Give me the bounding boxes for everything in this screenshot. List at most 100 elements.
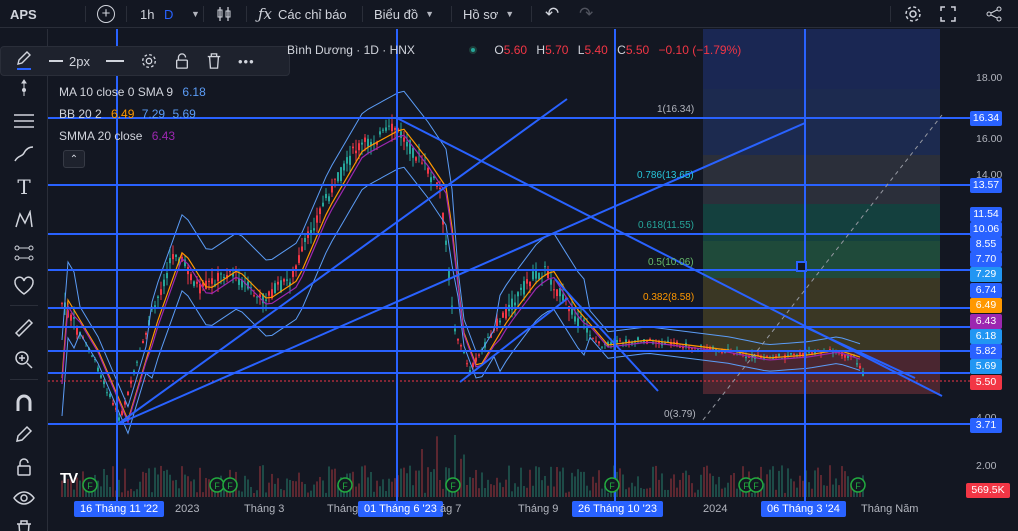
- candle-body: [502, 312, 504, 318]
- candles-icon: [217, 7, 231, 21]
- volume-bar: [292, 480, 294, 497]
- candle-body: [790, 353, 792, 355]
- candle-body: [859, 365, 861, 369]
- candle-body: [856, 363, 858, 365]
- volume-bar: [637, 476, 639, 497]
- candle-body: [439, 187, 441, 189]
- volume-bar: [355, 486, 357, 497]
- volume-bar: [625, 489, 627, 497]
- fib-label: 0.618(11.55): [638, 220, 694, 231]
- indicator-ma[interactable]: MA 10 close 0 SMA 9 6.18: [59, 84, 206, 100]
- fullscreen-button[interactable]: [939, 0, 957, 28]
- profile-menu[interactable]: Hồ sơ ▼: [463, 0, 514, 28]
- delete-tool[interactable]: [10, 517, 38, 531]
- share-button[interactable]: [985, 0, 1003, 28]
- volume-bar: [268, 482, 270, 497]
- undo-button[interactable]: ↶: [545, 0, 559, 28]
- volume-bar: [250, 486, 252, 497]
- drawing-lock-button[interactable]: [166, 47, 198, 75]
- chevron-down-icon: ▼: [505, 9, 515, 19]
- drawing-settings-button[interactable]: [132, 47, 166, 75]
- candle-body: [169, 258, 171, 264]
- volume-bar: [310, 490, 312, 497]
- ruler-tool[interactable]: [10, 315, 38, 339]
- lines-tool[interactable]: [10, 109, 38, 133]
- compare-button[interactable]: +: [97, 0, 115, 28]
- chart-type-button[interactable]: [215, 0, 233, 28]
- candle-body: [385, 127, 387, 131]
- redo-button[interactable]: ↷: [579, 0, 593, 28]
- volume-bar: [196, 492, 198, 497]
- volume-bar: [166, 469, 168, 497]
- candle-body: [343, 163, 345, 171]
- interval-1h[interactable]: 1h: [140, 0, 154, 28]
- price-label: 7.70: [970, 252, 1002, 267]
- candle-body: [457, 339, 459, 341]
- volume-bar: [367, 477, 369, 497]
- volume-bar: [136, 489, 138, 497]
- volume-bar: [313, 484, 315, 497]
- candle-body: [283, 279, 285, 282]
- volume-bar: [601, 488, 603, 497]
- indicators-button[interactable]: ƒx Các chỉ báo: [258, 0, 347, 28]
- pencil-icon: [17, 51, 31, 70]
- volume-bar: [673, 474, 675, 497]
- cursor-icon: [21, 79, 27, 96]
- candle-body: [277, 281, 279, 285]
- text-tool[interactable]: T: [10, 175, 38, 199]
- gear-icon: [141, 54, 156, 68]
- volume-bar: [124, 468, 126, 497]
- legend-collapse-button[interactable]: ⌃: [63, 150, 85, 168]
- volume-bar: [580, 471, 582, 497]
- chevron-down-icon: ▼: [425, 9, 435, 19]
- interval-dropdown[interactable]: ▼: [184, 0, 200, 28]
- volume-bar: [400, 468, 402, 497]
- price-chart[interactable]: FFFFFFFFF: [48, 29, 1018, 531]
- volume-bar: [526, 487, 528, 497]
- indicator-smma[interactable]: SMMA 20 close 6.43: [59, 128, 175, 144]
- volume-bar: [469, 477, 471, 497]
- cursor-tool[interactable]: [10, 76, 38, 100]
- volume-bar: [307, 492, 309, 497]
- candle-body: [346, 157, 348, 164]
- zoom-tool[interactable]: [10, 348, 38, 372]
- volume-bar: [856, 492, 858, 497]
- line-width-button[interactable]: 2px: [41, 47, 98, 75]
- indicator-bb[interactable]: BB 20 2 6.49 7.29 5.69: [59, 106, 196, 122]
- symbol-search[interactable]: APS: [10, 0, 37, 28]
- brush-tool[interactable]: [10, 142, 38, 166]
- drawing-more-button[interactable]: •••: [230, 47, 263, 75]
- stay-in-drawing-tool[interactable]: [10, 422, 38, 446]
- candle-body: [313, 228, 315, 231]
- pattern-tool[interactable]: [10, 208, 38, 232]
- volume-bar: [631, 482, 633, 497]
- plus-circle-icon: +: [97, 5, 115, 23]
- charts-menu[interactable]: Biểu đồ ▼: [374, 0, 434, 28]
- lock-tool[interactable]: [10, 455, 38, 479]
- drawing-delete-button[interactable]: [198, 47, 230, 75]
- interval-d[interactable]: D: [164, 0, 173, 28]
- volume-bar: [538, 467, 540, 497]
- volume-bar: [691, 483, 693, 497]
- volume-bar: [712, 475, 714, 497]
- volume-bar: [667, 489, 669, 497]
- volume-bar: [808, 482, 810, 497]
- candle-body: [145, 333, 147, 335]
- trash-icon: [207, 53, 221, 69]
- price-label: 6.49: [970, 298, 1002, 313]
- volume-bar: [202, 492, 204, 497]
- price-label: 6.74: [970, 283, 1002, 298]
- time-label: 2024: [703, 503, 728, 515]
- hide-tool[interactable]: [10, 486, 38, 510]
- candle-body: [166, 273, 168, 279]
- line-color-button[interactable]: [7, 47, 41, 75]
- prediction-tool[interactable]: [10, 241, 38, 265]
- high-label: H: [536, 43, 546, 57]
- settings-button[interactable]: [903, 0, 923, 28]
- magnet-tool[interactable]: [10, 391, 38, 415]
- favorites-tool[interactable]: [10, 274, 38, 298]
- anchor-handle: [796, 261, 807, 272]
- candle-body: [691, 348, 693, 350]
- line-style-button[interactable]: [98, 47, 132, 75]
- event-marker-label: F: [609, 481, 615, 491]
